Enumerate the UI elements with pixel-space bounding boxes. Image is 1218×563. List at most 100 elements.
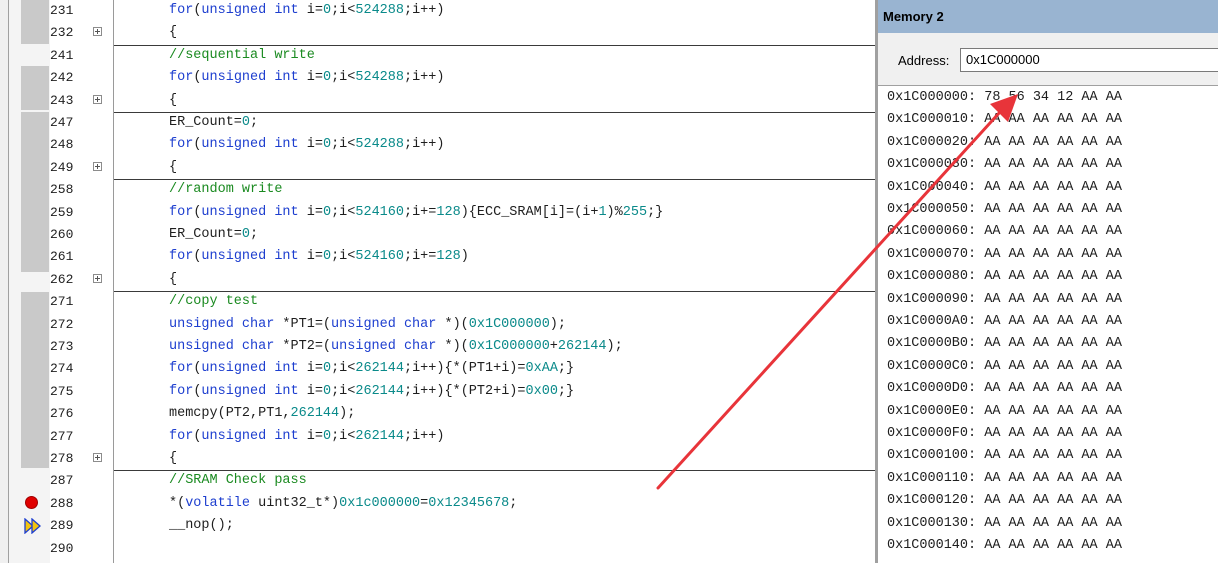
line-number: 278 (50, 451, 74, 466)
address-input[interactable]: 0x1C000000 (960, 48, 1218, 72)
address-label: Address: (898, 53, 950, 68)
code-line[interactable]: 258 //random write (0, 179, 875, 201)
memory-window-title[interactable]: Memory 2 (878, 0, 1218, 33)
line-number: 248 (50, 137, 74, 153)
memory-row[interactable]: 0x1C000020: AA AA AA AA AA AA (887, 132, 1122, 154)
breakpoint-icon[interactable] (25, 495, 38, 509)
line-number: 288 (50, 495, 74, 511)
code-text: memcpy(PT2,PT1,262144); (169, 406, 356, 422)
code-line[interactable]: 276 memcpy(PT2,PT1,262144); (0, 403, 875, 425)
code-text: { (169, 271, 178, 287)
line-number: 262 (50, 271, 74, 287)
code-text: { (169, 25, 178, 41)
line-number: 274 (50, 361, 74, 377)
code-line[interactable]: 290 (0, 538, 875, 560)
fold-expand-icon[interactable] (93, 27, 102, 37)
code-text: //sequential write (169, 47, 315, 63)
code-text: { (169, 92, 178, 108)
code-text: ER_Count=0; (169, 227, 259, 242)
memory-row[interactable]: 0x1C000030: AA AA AA AA AA AA (887, 154, 1122, 176)
memory-row[interactable]: 0x1C000120: AA AA AA AA AA AA (887, 490, 1122, 512)
line-number: 232 (50, 25, 74, 41)
memory-row[interactable]: 0x1C000000: 78 56 34 12 AA AA (887, 87, 1122, 109)
code-line[interactable]: 261 for(unsigned int i=0;i<524160;i+=128) (0, 246, 875, 268)
code-line[interactable]: 259 for(unsigned int i=0;i<524160;i+=128)… (0, 202, 875, 224)
address-bar: Address: 0x1C000000 (878, 33, 1218, 85)
code-line[interactable]: 249 { (0, 157, 875, 179)
code-line[interactable]: 275 for(unsigned int i=0;i<262144;i++){*(… (0, 381, 875, 403)
memory-row[interactable]: 0x1C000100: AA AA AA AA AA AA (887, 445, 1122, 467)
line-number: 258 (50, 182, 74, 198)
line-number: 259 (50, 204, 74, 220)
memory-row[interactable]: 0x1C0000D0: AA AA AA AA AA AA (887, 378, 1122, 400)
code-line[interactable]: 242 for(unsigned int i=0;i<524288;i++) (0, 67, 875, 89)
memory-row[interactable]: 0x1C000130: AA AA AA AA AA AA (887, 513, 1122, 535)
memory-row[interactable]: 0x1C0000F0: AA AA AA AA AA AA (887, 423, 1122, 445)
code-line[interactable]: 287 //SRAM Check pass (0, 470, 875, 492)
memory-row[interactable]: 0x1C0000C0: AA AA AA AA AA AA (887, 356, 1122, 378)
line-number: 290 (50, 540, 74, 556)
fold-expand-icon[interactable] (93, 161, 102, 171)
code-line[interactable]: 247 ER_Count=0; (0, 112, 875, 134)
code-line[interactable]: 272 unsigned char *PT1=(unsigned char *)(… (0, 314, 875, 336)
fold-expand-icon[interactable] (93, 94, 102, 104)
code-line[interactable]: 274 for(unsigned int i=0;i<262144;i++){*(… (0, 358, 875, 380)
memory-row[interactable]: 0x1C000070: AA AA AA AA AA AA (887, 244, 1122, 266)
code-text: __nop(); (169, 518, 234, 534)
code-text: { (169, 451, 178, 466)
memory-row[interactable]: 0x1C000050: AA AA AA AA AA AA (887, 199, 1122, 221)
memory-row[interactable]: 0x1C0000A0: AA AA AA AA AA AA (887, 311, 1122, 333)
code-text: unsigned char *PT2=(unsigned char *)(0x1… (169, 339, 623, 354)
code-line[interactable]: 278 { (0, 448, 875, 470)
code-text: //copy test (169, 294, 259, 310)
line-number: 276 (50, 406, 74, 422)
line-number: 242 (50, 70, 74, 86)
code-text: unsigned char *PT1=(unsigned char *)(0x1… (169, 316, 566, 332)
code-line[interactable]: 241 //sequential write (0, 45, 875, 67)
memory-row[interactable]: 0x1C000140: AA AA AA AA AA AA (887, 535, 1122, 557)
code-line[interactable]: 243 { (0, 90, 875, 112)
code-line[interactable]: 260 ER_Count=0; (0, 224, 875, 246)
code-text: for(unsigned int i=0;i<524160;i+=128) (169, 249, 469, 265)
code-line[interactable]: 288 *(volatile uint32_t*)0x1c000000=0x123… (0, 493, 875, 515)
line-number: 260 (50, 227, 74, 242)
fold-expand-icon[interactable] (93, 273, 102, 283)
memory-window: Memory 2 Address: 0x1C000000 0x1C000000:… (878, 0, 1218, 563)
line-number: 247 (50, 115, 74, 130)
line-number: 271 (50, 294, 74, 310)
code-text: for(unsigned int i=0;i<524160;i+=128){EC… (169, 204, 664, 220)
code-line[interactable]: 262 { (0, 269, 875, 291)
code-text: for(unsigned int i=0;i<524288;i++) (169, 137, 445, 153)
code-line[interactable]: 232 { (0, 22, 875, 44)
fold-expand-icon[interactable] (93, 453, 102, 462)
code-text: for(unsigned int i=0;i<262144;i++) (169, 428, 445, 444)
line-number: 249 (50, 159, 74, 175)
code-line[interactable]: 277 for(unsigned int i=0;i<262144;i++) (0, 426, 875, 448)
line-number: 275 (50, 383, 74, 399)
memory-row[interactable]: 0x1C0000B0: AA AA AA AA AA AA (887, 333, 1122, 355)
memory-row[interactable]: 0x1C000090: AA AA AA AA AA AA (887, 289, 1122, 311)
line-number: 273 (50, 339, 74, 354)
code-text: *(volatile uint32_t*)0x1c000000=0x123456… (169, 495, 518, 511)
code-editor[interactable]: 231 for(unsigned int i=0;i<524288;i++) 232… (0, 0, 875, 563)
code-text: { (169, 159, 178, 175)
code-line[interactable]: 271 //copy test (0, 291, 875, 313)
memory-row[interactable]: 0x1C000080: AA AA AA AA AA AA (887, 266, 1122, 288)
memory-row[interactable]: 0x1C000060: AA AA AA AA AA AA (887, 221, 1122, 243)
line-number: 277 (50, 428, 74, 444)
code-text: //SRAM Check pass (169, 473, 307, 489)
code-line[interactable]: 289 __nop(); (0, 515, 875, 537)
memory-row[interactable]: 0x1C000040: AA AA AA AA AA AA (887, 177, 1122, 199)
memory-row[interactable]: 0x1C000110: AA AA AA AA AA AA (887, 468, 1122, 490)
memory-row[interactable]: 0x1C0000E0: AA AA AA AA AA AA (887, 401, 1122, 423)
line-number: 272 (50, 316, 74, 332)
memory-row[interactable]: 0x1C000010: AA AA AA AA AA AA (887, 109, 1122, 131)
memory-dump[interactable]: 0x1C000000: 78 56 34 12 AA AA 0x1C000010:… (878, 85, 1218, 563)
code-line[interactable]: 248 for(unsigned int i=0;i<524288;i++) (0, 134, 875, 156)
line-number: 289 (50, 518, 74, 534)
code-line[interactable]: 273 unsigned char *PT2=(unsigned char *)(… (0, 336, 875, 358)
line-number: 231 (50, 3, 74, 18)
line-number: 287 (50, 473, 74, 489)
line-number: 243 (50, 92, 74, 108)
code-line[interactable]: 231 for(unsigned int i=0;i<524288;i++) (0, 0, 875, 22)
